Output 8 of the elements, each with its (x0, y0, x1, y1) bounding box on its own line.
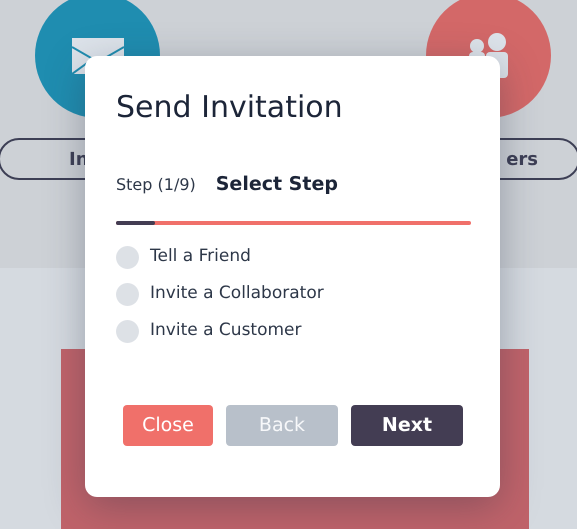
next-button[interactable]: Next (351, 404, 463, 446)
step-counter: Step (1/9) (116, 174, 196, 196)
option-radio[interactable]: Invite a Customer (116, 318, 470, 344)
dialog-title: Send Invitation (116, 89, 344, 127)
step-title: Select Step (216, 172, 338, 197)
option-radio[interactable]: Tell a Friend (116, 244, 470, 270)
pill-label: ers (506, 148, 538, 172)
option-radio[interactable]: Invite a Collaborator (116, 282, 470, 306)
